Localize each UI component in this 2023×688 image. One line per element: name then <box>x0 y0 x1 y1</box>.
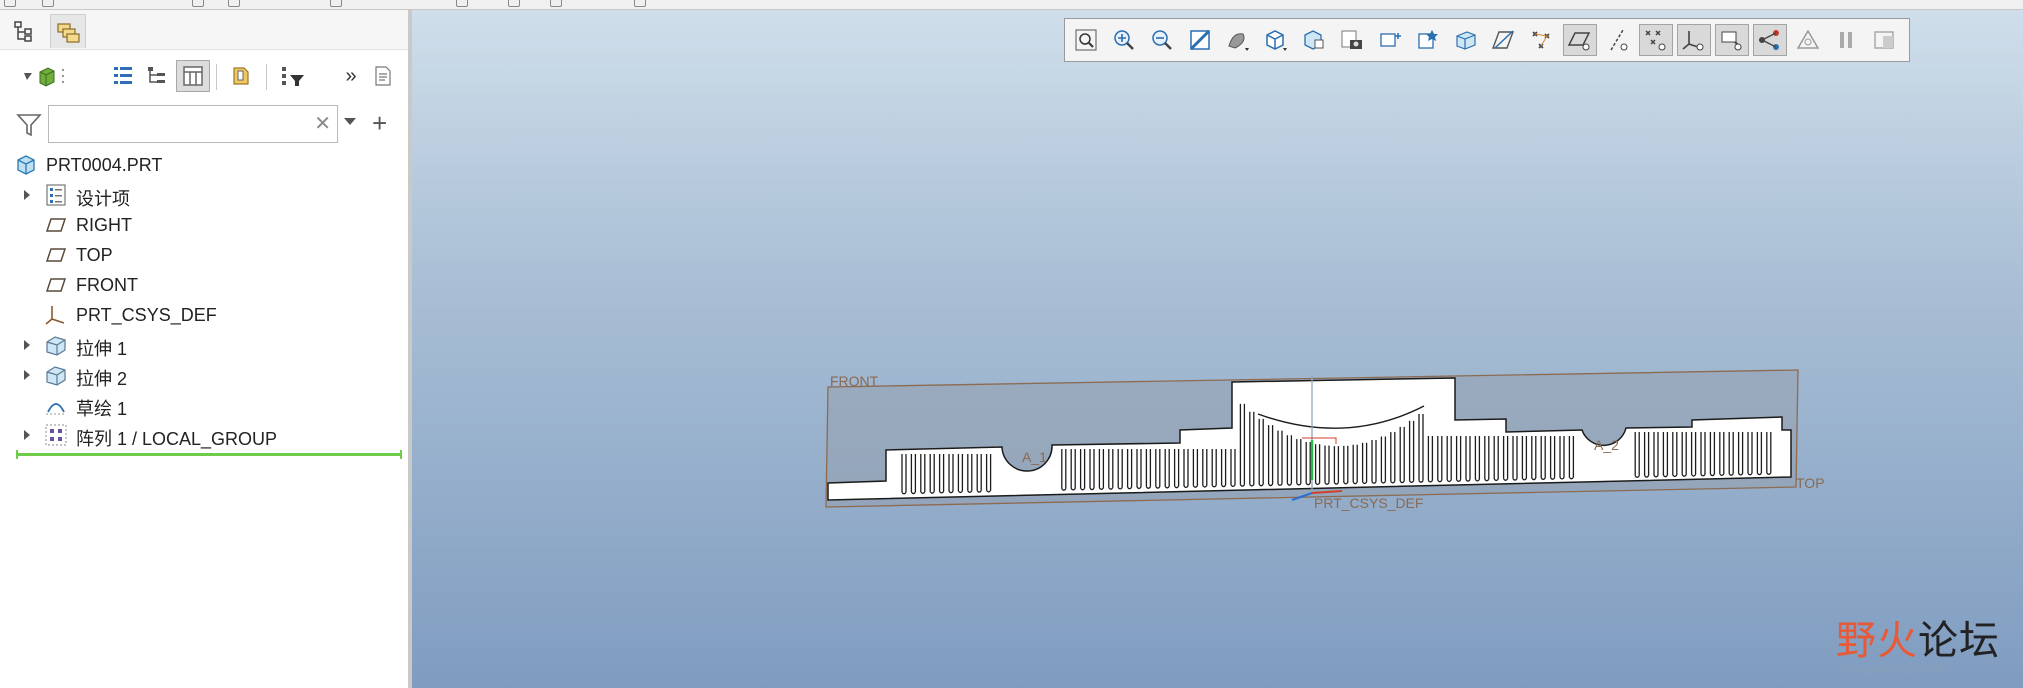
axis-label-a1[interactable]: A_1 <box>1022 449 1047 465</box>
filter-list-icon <box>282 67 304 86</box>
part-cube-icon <box>24 67 65 87</box>
tree-filter-structure-button[interactable] <box>140 60 174 92</box>
watermark-text-accent: 野火 <box>1836 618 1918 664</box>
tree-item-datum-front[interactable]: FRONT <box>0 270 405 300</box>
more-tools-button[interactable]: » <box>334 60 368 92</box>
tree-columns-toggle-button[interactable] <box>176 60 210 92</box>
datum-plane-icon <box>45 248 67 262</box>
document-icon <box>375 66 391 86</box>
search-box[interactable]: ✕ <box>48 105 338 143</box>
tree-item-extrude-2[interactable]: 拉伸 2 <box>0 360 405 390</box>
tree-item-label: 草绘 1 <box>76 399 128 419</box>
tree-item-label: 拉伸 1 <box>76 339 128 359</box>
layers-icon <box>57 22 80 43</box>
ribbon-icon[interactable] <box>4 0 16 7</box>
part-model[interactable]: FRONT TOP PRT_CSYS_DEF A_1 A_2 <box>412 10 2023 688</box>
separator <box>216 64 217 90</box>
watermark-logo: 野火论坛 www.proewildfire.cn <box>1836 608 2016 678</box>
chevron-double-right-icon: » <box>345 64 357 87</box>
search-input[interactable] <box>53 108 303 140</box>
ribbon-remnant <box>0 0 2023 10</box>
ribbon-icon[interactable] <box>508 0 520 7</box>
tree-item-label: PRT0004.PRT <box>46 155 163 175</box>
add-filter-icon[interactable]: + <box>372 108 387 138</box>
expand-arrow-icon[interactable] <box>24 190 30 200</box>
datum-plane-icon <box>45 278 67 292</box>
datum-plane-icon <box>45 218 67 232</box>
tree-settings-button[interactable] <box>224 60 258 92</box>
tree-item-label: PRT_CSYS_DEF <box>76 305 217 325</box>
sketch-icon <box>46 403 66 415</box>
tree-details-button[interactable] <box>366 60 400 92</box>
watermark-url: www.proewildfire.cn <box>1838 662 1945 676</box>
tree-item-part[interactable]: PRT0004.PRT <box>0 150 405 180</box>
clear-icon[interactable]: ✕ <box>314 113 331 135</box>
tree-item-csys[interactable]: PRT_CSYS_DEF <box>0 300 405 330</box>
insert-here-marker[interactable] <box>16 450 402 459</box>
part-icon <box>17 155 35 175</box>
design-items-icon <box>46 184 66 206</box>
panel-tabs <box>0 10 410 50</box>
expand-arrow-icon[interactable] <box>24 430 30 440</box>
tree-item-label: FRONT <box>76 275 138 295</box>
ribbon-icon[interactable] <box>634 0 646 7</box>
tree-item-label: 阵列 1 / LOCAL_GROUP <box>76 429 278 449</box>
search-dropdown-icon[interactable] <box>344 118 356 125</box>
ribbon-icon[interactable] <box>228 0 240 7</box>
tree-toolbar: » <box>0 50 410 100</box>
tree-item-label: TOP <box>76 245 113 265</box>
tree-structure-icon <box>148 67 165 83</box>
extrude-icon <box>46 336 66 356</box>
ribbon-icon[interactable] <box>456 0 468 7</box>
tree-item-datum-right[interactable]: RIGHT <box>0 210 405 240</box>
tree-item-label: 拉伸 2 <box>76 369 128 389</box>
ribbon-icon[interactable] <box>550 0 562 7</box>
extrude-icon <box>46 366 66 386</box>
expand-arrow-icon[interactable] <box>24 340 30 350</box>
csys-label[interactable]: PRT_CSYS_DEF <box>1314 495 1423 511</box>
csys-icon <box>45 306 65 325</box>
graphics-window[interactable]: FRONT TOP PRT_CSYS_DEF A_1 A_2 <box>412 10 2023 688</box>
tree-item-sketch-1[interactable]: 草绘 1 <box>0 390 405 420</box>
table-icon <box>183 66 203 86</box>
tree-item-datum-top[interactable]: TOP <box>0 240 405 270</box>
ribbon-icon[interactable] <box>330 0 342 7</box>
tab-layers[interactable] <box>50 14 86 48</box>
filter-icon[interactable] <box>16 112 42 138</box>
settings-folder-icon <box>233 67 249 85</box>
expand-arrow-icon[interactable] <box>24 370 30 380</box>
tree-columns-button[interactable] <box>106 60 140 92</box>
tree-list-icon <box>114 67 132 84</box>
tree-item-label: 设计项 <box>76 189 130 209</box>
tree-item-extrude-1[interactable]: 拉伸 1 <box>0 330 405 360</box>
search-row: ✕ + <box>0 102 410 146</box>
show-menu-button[interactable] <box>16 60 70 92</box>
datum-label-front[interactable]: FRONT <box>830 373 879 389</box>
separator <box>266 64 267 90</box>
model-tree-panel: » ✕ + PRT0004.PRT 设计项 RIGHT TOP FRONT PR… <box>0 10 410 688</box>
tree-item-design-items[interactable]: 设计项 <box>0 180 405 210</box>
tab-model-tree[interactable] <box>6 14 42 48</box>
tree-item-label: RIGHT <box>76 215 132 235</box>
ribbon-icon[interactable] <box>192 0 204 7</box>
tree-item-pattern-1[interactable]: 阵列 1 / LOCAL_GROUP <box>0 420 405 450</box>
model-tree-icon <box>14 21 32 42</box>
ribbon-icon[interactable] <box>42 0 54 7</box>
pattern-icon <box>45 424 67 446</box>
watermark-text: 论坛 <box>1918 618 2000 664</box>
tree-filter-button[interactable] <box>276 60 310 92</box>
axis-label-a2[interactable]: A_2 <box>1594 437 1619 453</box>
datum-label-top[interactable]: TOP <box>1796 475 1825 491</box>
